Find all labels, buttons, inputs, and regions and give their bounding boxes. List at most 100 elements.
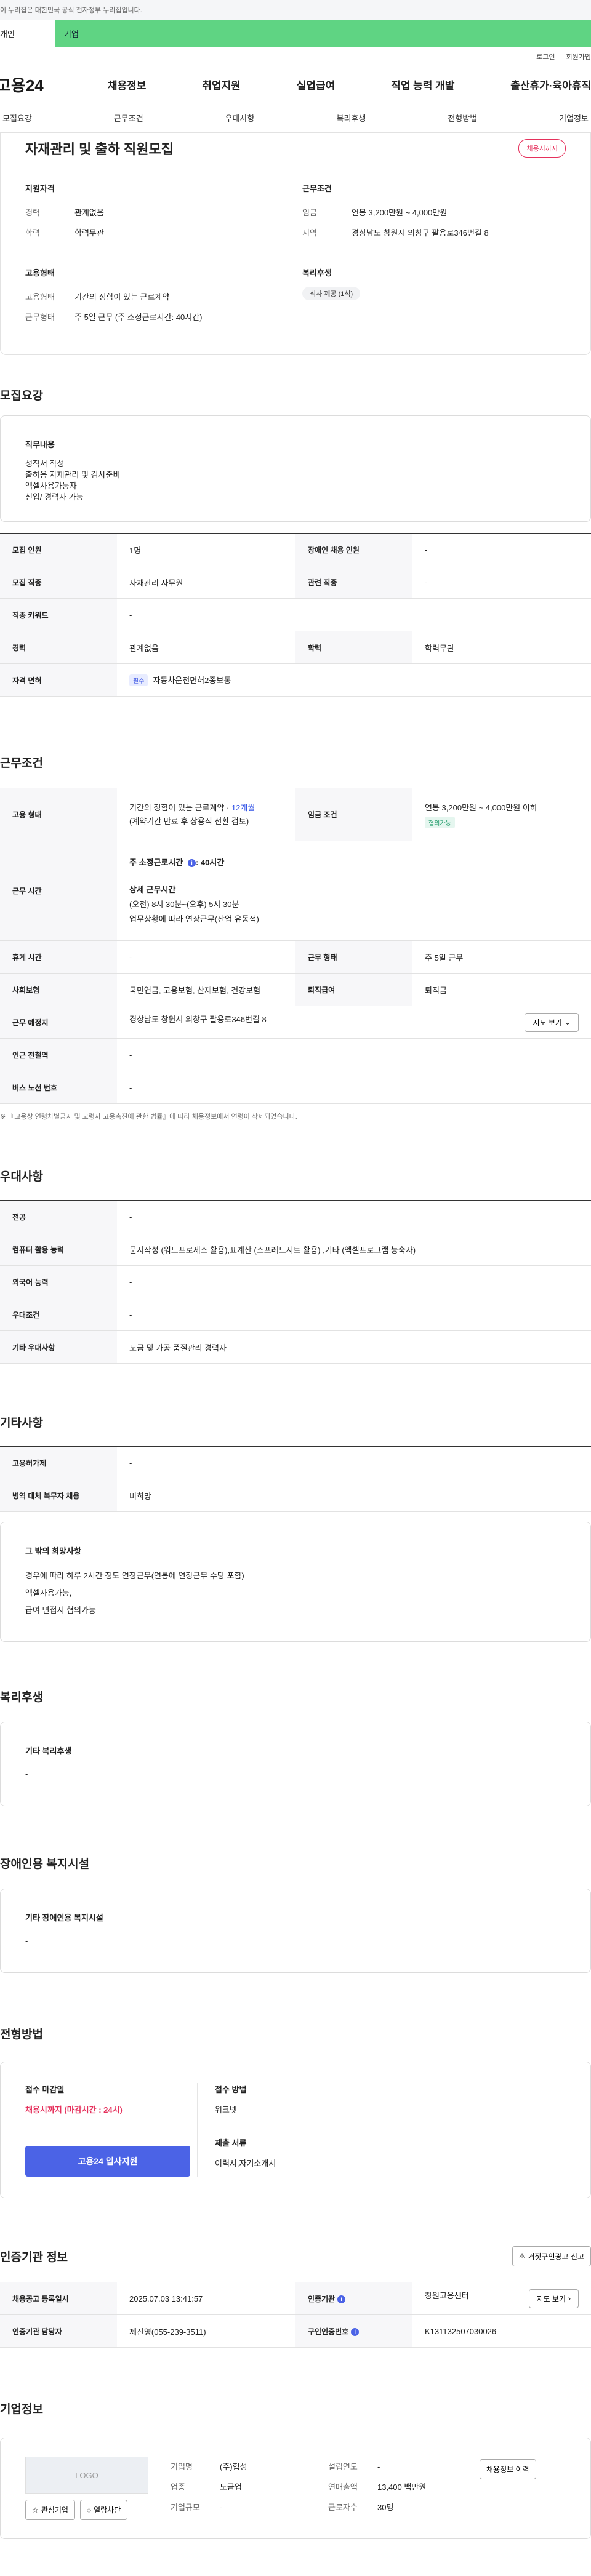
gnb-item-parental-leave[interactable]: 출산휴가·육아휴직 [510, 77, 591, 92]
table-row: 모집 인원 1명 장애인 채용 인원 - [0, 533, 591, 566]
gnb-item-unemployment-benefit[interactable]: 실업급여 [297, 77, 336, 92]
work-table: 고용 형태 기간의 정함이 있는 근로계약 · 12개월 (계약기간 만료 후 상… [0, 788, 591, 1104]
docs-value: 이력서,자기소개서 [215, 2159, 276, 2168]
industry-value: 도금업 [220, 2482, 242, 2492]
table-row: 모집 직종 자재관리 사무원 관련 직종 - [0, 566, 591, 599]
gnb-item-employment-support[interactable]: 취업지원 [202, 77, 241, 92]
related-job-value: - [412, 566, 591, 599]
table-row: 근무 시간 주 소정근로시간 i: 40시간 상세 근무시간 (오전) 8시 3… [0, 841, 591, 941]
education-value: 학력무관 [74, 228, 104, 238]
join-link[interactable]: 회원가입 [566, 52, 591, 62]
site-logo[interactable]: 고용24 [0, 73, 52, 96]
wage-value: 연봉 3,200만원 ~ 4,000만원 이하 [425, 802, 537, 812]
map-view-button[interactable]: 지도 보기 ⌄ [525, 1012, 579, 1032]
block-icon: ◌ [86, 2505, 92, 2514]
work-section: 근무조건 고용 형태 기간의 정함이 있는 근로계약 · 12개월 (계약기간 만… [0, 745, 591, 1121]
contract-note: (계약기간 만료 후 상용직 전환 검토) [129, 816, 249, 826]
duty-line: 엑셀사용가능자 [25, 481, 77, 490]
block-view-button[interactable]: ◌ 열람차단 [79, 2500, 128, 2520]
work-title: 근무조건 [0, 756, 43, 770]
company-info-col2: 설립연도 - 연매출액 13,400 백만원 근로자수 30명 [328, 2457, 457, 2518]
info-icon[interactable]: i [351, 2327, 360, 2336]
global-nav: 고용24 채용정보 취업지원 실업급여 직업 능력 개발 출산휴가·육아휴직 [0, 66, 591, 103]
table-row: 외국어 능력 - [0, 1265, 591, 1298]
preference-cond-value: - [117, 1298, 591, 1331]
language-value: - [117, 1265, 591, 1298]
table-row: 기타 우대사항 도금 및 가공 품질관리 경력자 [0, 1330, 591, 1364]
table-row: 전공 - [0, 1200, 591, 1233]
disability-heading: 기타 장애인용 복지시설 [25, 1913, 103, 1922]
company-size-label: 기업규모 [171, 2503, 200, 2512]
table-row: 휴게 시간 - 근무 형태 주 5일 근무 [0, 940, 591, 974]
duty-line: 신입/ 경력자 가능 [25, 492, 84, 502]
cert-map-button[interactable]: 지도 보기 › [528, 2289, 579, 2308]
cert-org-label-cell: 인증기관 i [296, 2282, 412, 2315]
favorite-label: 관심기업 [41, 2506, 68, 2514]
tab-company[interactable]: 기업 [55, 20, 591, 47]
table-row: 우대조건 - [0, 1298, 591, 1331]
anchor-process[interactable]: 전형방법 [445, 112, 480, 124]
job-keyword-label: 직종 키워드 [0, 598, 117, 631]
info-icon[interactable]: i [187, 858, 196, 867]
anchor-welfare[interactable]: 복리후생 [334, 112, 368, 124]
table-row: 병역 대체 복무자 채용 비희망 [0, 1479, 591, 1512]
related-job-label: 관련 직종 [296, 566, 412, 599]
map-view-label: 지도 보기 [533, 1018, 562, 1027]
wish-line: 경우에 따라 하루 2시간 정도 연장근무(연봉에 연장근무 수당 포함) [25, 1571, 244, 1580]
other-title: 기타사항 [0, 1416, 43, 1430]
star-icon: ☆ [32, 2505, 39, 2514]
job-keyword-value: - [117, 598, 591, 631]
favorite-company-button[interactable]: ☆ 관심기업 [25, 2500, 75, 2520]
sales-label: 연매출액 [328, 2482, 358, 2492]
area-label: 지역 [302, 228, 317, 238]
bus-label: 버스 노선 번호 [0, 1071, 117, 1104]
anchor-pref[interactable]: 우대사항 [223, 112, 257, 124]
wish-line: 엑셀사용가능, [25, 1588, 72, 1598]
employment-type-cell: 기간의 정함이 있는 근로계약 · 12개월 (계약기간 만료 후 상용직 전환 … [117, 788, 296, 841]
recruit-section: 모집요강 직무내용 성적서 작성 출하용 자재관리 및 검사준비 엑셀사용가능자… [0, 377, 591, 697]
table-row: 자격 면허 필수 자동차운전면허2종보통 [0, 663, 591, 697]
block-label: 열람차단 [94, 2506, 121, 2514]
tab-personal[interactable]: 개인 [0, 20, 55, 47]
work-form-label: 근무 형태 [296, 940, 412, 974]
table-row: 인근 전철역 - [0, 1038, 591, 1071]
table-row: 버스 노선 번호 - [0, 1071, 591, 1104]
other-table: 고용허가제 - 병역 대체 복무자 채용 비희망 [0, 1446, 591, 1512]
table-row: 직종 키워드 - [0, 598, 591, 631]
info-icon[interactable]: i [337, 2295, 346, 2303]
work-hours-cell: 주 소정근로시간 i: 40시간 상세 근무시간 (오전) 8시 30분~(오후… [117, 841, 591, 941]
anchor-work[interactable]: 근무조건 [111, 112, 146, 124]
welfare-chip: 식사 제공 (1식) [302, 287, 361, 300]
summary-work-conditions: 근무조건 임금 연봉 3,200만원 ~ 4,000만원 지역 경상남도 창원시 의… [302, 182, 566, 243]
weekly-hours-label: 주 소정근로시간 [129, 857, 183, 867]
break-time-label: 휴게 시간 [0, 940, 117, 974]
gnb-item-vocational-training[interactable]: 직업 능력 개발 [391, 77, 454, 92]
work-form-value: 주 5일 근무 (주 소정근로시간: 40시간) [74, 313, 203, 322]
company-logo-area: LOGO ☆ 관심기업 ◌ 열람차단 [25, 2457, 148, 2520]
insurance-label: 사회보험 [0, 973, 117, 1006]
retirement-value: 퇴직금 [412, 973, 591, 1006]
preference-cond-label: 우대조건 [0, 1298, 117, 1331]
gnb-item-jobs[interactable]: 채용정보 [108, 77, 147, 92]
recruit-count-value: 1명 [117, 533, 296, 566]
employment-type-heading: 고용형태 [25, 268, 55, 278]
process-right: 접수 방법 워크넷 제출 서류 이력서,자기소개서 [198, 2083, 276, 2177]
hiring-history-button[interactable]: 채용정보 이력 [480, 2459, 536, 2479]
apply-button[interactable]: 고용24 입사지원 [25, 2146, 190, 2177]
required-tag: 필수 [129, 674, 148, 686]
anchor-company[interactable]: 기업정보 [557, 112, 591, 124]
wage-value: 연봉 3,200만원 ~ 4,000만원 [352, 208, 448, 217]
job-category-label: 모집 직종 [0, 566, 117, 599]
job-category-value: 자재관리 사무원 [117, 566, 296, 599]
work-conditions-heading: 근무조건 [302, 184, 332, 193]
login-link[interactable]: 로그인 [536, 52, 555, 62]
retirement-label: 퇴직급여 [296, 973, 412, 1006]
employment-type-value: 기간의 정함이 있는 근로계약 [74, 292, 170, 302]
computer-skill-value: 문서작성 (워드프로세스 활용),표계산 (스프레드시트 활용) ,기타 (엑셀… [117, 1233, 591, 1266]
contract-months: 12개월 [231, 802, 255, 812]
report-fake-ad-button[interactable]: ⚠ 거짓구인광고 신고 [512, 2246, 591, 2266]
cert-header: 인증기관 정보 ⚠ 거짓구인광고 신고 [0, 2239, 591, 2273]
work-hours-label: 근무 시간 [0, 841, 117, 941]
anchor-recruit[interactable]: 모집요강 [0, 112, 34, 124]
education-value: 학력무관 [412, 631, 591, 664]
